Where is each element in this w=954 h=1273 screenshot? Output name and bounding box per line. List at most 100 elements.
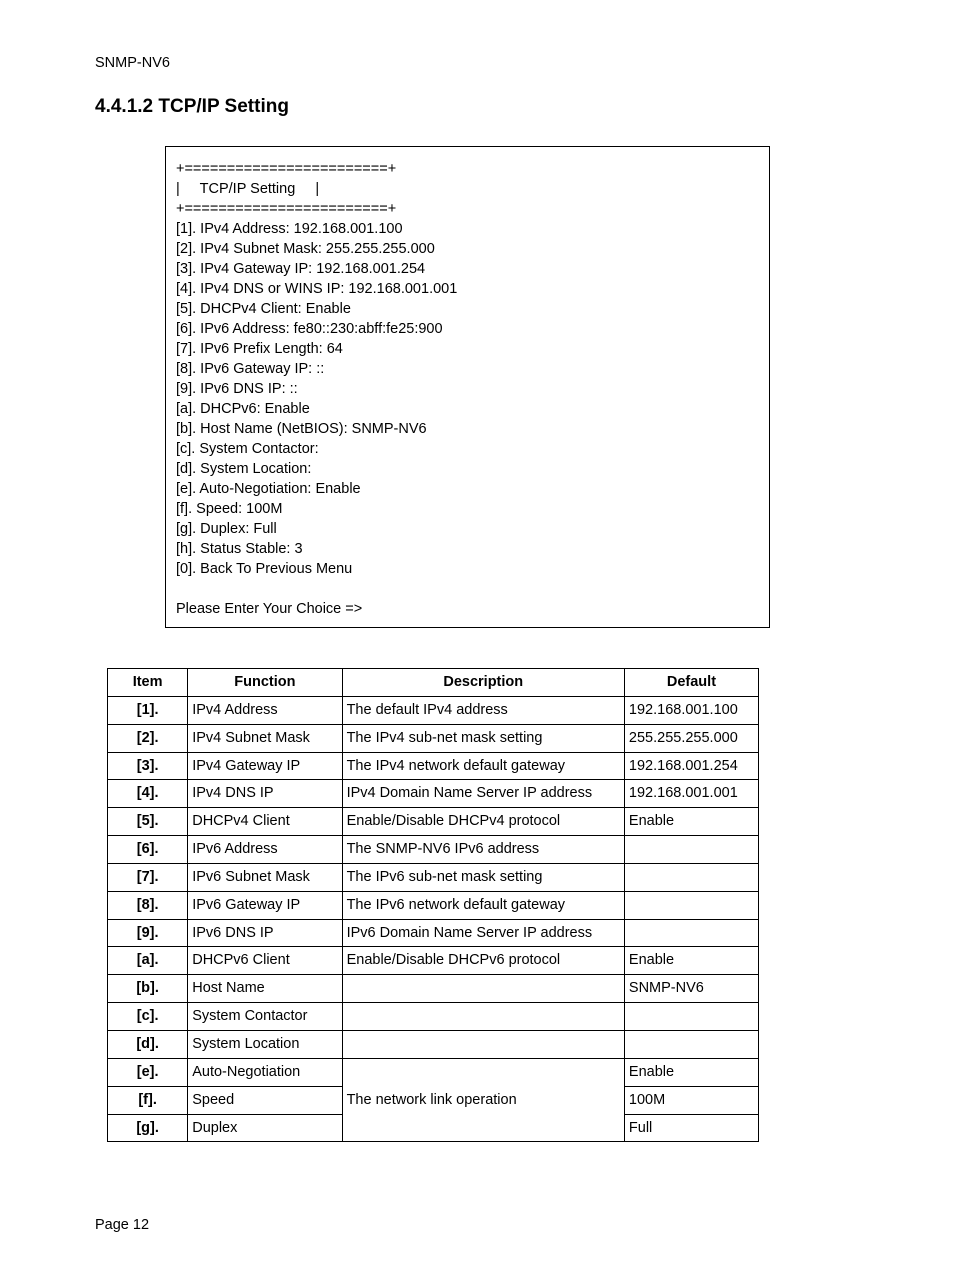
cell-item: [e]. bbox=[108, 1058, 188, 1086]
cell-item: [b]. bbox=[108, 975, 188, 1003]
table-row: [1]. IPv4 Address The default IPv4 addre… bbox=[108, 696, 759, 724]
page-footer: Page 12 bbox=[95, 1217, 859, 1233]
cell-function: IPv4 Subnet Mask bbox=[188, 724, 342, 752]
terminal-border-top: +========================+ bbox=[176, 159, 759, 179]
cell-description bbox=[342, 1003, 624, 1031]
cell-function: IPv6 DNS IP bbox=[188, 919, 342, 947]
cell-default bbox=[624, 919, 758, 947]
cell-default: Full bbox=[624, 1114, 758, 1142]
cell-description: IPv6 Domain Name Server IP address bbox=[342, 919, 624, 947]
cell-default: SNMP-NV6 bbox=[624, 975, 758, 1003]
terminal-line: [d]. System Location: bbox=[176, 459, 759, 479]
cell-function: IPv4 Address bbox=[188, 696, 342, 724]
cell-default: 192.168.001.001 bbox=[624, 780, 758, 808]
cell-description: IPv4 Domain Name Server IP address bbox=[342, 780, 624, 808]
cell-default bbox=[624, 891, 758, 919]
cell-item: [g]. bbox=[108, 1114, 188, 1142]
cell-item: [2]. bbox=[108, 724, 188, 752]
cell-default bbox=[624, 836, 758, 864]
table-header-row: Item Function Description Default bbox=[108, 669, 759, 697]
th-default: Default bbox=[624, 669, 758, 697]
cell-default bbox=[624, 1003, 758, 1031]
cell-item: [a]. bbox=[108, 947, 188, 975]
th-function: Function bbox=[188, 669, 342, 697]
cell-item: [c]. bbox=[108, 1003, 188, 1031]
cell-item: [f]. bbox=[108, 1086, 188, 1114]
cell-description: The IPv4 network default gateway bbox=[342, 752, 624, 780]
cell-item: [5]. bbox=[108, 808, 188, 836]
cell-description: The IPv6 network default gateway bbox=[342, 891, 624, 919]
table-row: [5]. DHCPv4 Client Enable/Disable DHCPv4… bbox=[108, 808, 759, 836]
table-row: [c]. System Contactor bbox=[108, 1003, 759, 1031]
terminal-line: [e]. Auto-Negotiation: Enable bbox=[176, 479, 759, 499]
table-row: [b]. Host Name SNMP-NV6 bbox=[108, 975, 759, 1003]
table-row: [a]. DHCPv6 Client Enable/Disable DHCPv6… bbox=[108, 947, 759, 975]
cell-default: Enable bbox=[624, 947, 758, 975]
cell-item: [9]. bbox=[108, 919, 188, 947]
cell-function: IPv6 Subnet Mask bbox=[188, 863, 342, 891]
cell-item: [d]. bbox=[108, 1030, 188, 1058]
terminal-line: [c]. System Contactor: bbox=[176, 439, 759, 459]
terminal-line: [3]. IPv4 Gateway IP: 192.168.001.254 bbox=[176, 259, 759, 279]
th-description: Description bbox=[342, 669, 624, 697]
cell-function: IPv6 Gateway IP bbox=[188, 891, 342, 919]
cell-function: IPv4 DNS IP bbox=[188, 780, 342, 808]
table-row: [9]. IPv6 DNS IP IPv6 Domain Name Server… bbox=[108, 919, 759, 947]
cell-function: Duplex bbox=[188, 1114, 342, 1142]
cell-default: 192.168.001.100 bbox=[624, 696, 758, 724]
terminal-line: [9]. IPv6 DNS IP: :: bbox=[176, 379, 759, 399]
cell-description bbox=[342, 975, 624, 1003]
cell-default: Enable bbox=[624, 808, 758, 836]
cell-description-merged: The network link operation bbox=[342, 1058, 624, 1142]
cell-default bbox=[624, 863, 758, 891]
cell-function: DHCPv4 Client bbox=[188, 808, 342, 836]
page-header: SNMP-NV6 bbox=[95, 55, 859, 71]
cell-function: Speed bbox=[188, 1086, 342, 1114]
terminal-line: [2]. IPv4 Subnet Mask: 255.255.255.000 bbox=[176, 239, 759, 259]
cell-function: Auto-Negotiation bbox=[188, 1058, 342, 1086]
terminal-line: [f]. Speed: 100M bbox=[176, 499, 759, 519]
cell-item: [3]. bbox=[108, 752, 188, 780]
table-row: [3]. IPv4 Gateway IP The IPv4 network de… bbox=[108, 752, 759, 780]
settings-table: Item Function Description Default [1]. I… bbox=[107, 668, 759, 1142]
cell-default: 192.168.001.254 bbox=[624, 752, 758, 780]
table-row: [d]. System Location bbox=[108, 1030, 759, 1058]
cell-item: [1]. bbox=[108, 696, 188, 724]
section-title: 4.4.1.2 TCP/IP Setting bbox=[95, 96, 859, 118]
cell-description: The SNMP-NV6 IPv6 address bbox=[342, 836, 624, 864]
table-row: [4]. IPv4 DNS IP IPv4 Domain Name Server… bbox=[108, 780, 759, 808]
terminal-line: [h]. Status Stable: 3 bbox=[176, 539, 759, 559]
cell-description: Enable/Disable DHCPv4 protocol bbox=[342, 808, 624, 836]
table-row: [8]. IPv6 Gateway IP The IPv6 network de… bbox=[108, 891, 759, 919]
cell-description: The default IPv4 address bbox=[342, 696, 624, 724]
cell-default: 255.255.255.000 bbox=[624, 724, 758, 752]
cell-description: Enable/Disable DHCPv6 protocol bbox=[342, 947, 624, 975]
cell-function: IPv6 Address bbox=[188, 836, 342, 864]
cell-item: [7]. bbox=[108, 863, 188, 891]
terminal-line: [6]. IPv6 Address: fe80::230:abff:fe25:9… bbox=[176, 319, 759, 339]
cell-function: System Contactor bbox=[188, 1003, 342, 1031]
terminal-line: [7]. IPv6 Prefix Length: 64 bbox=[176, 339, 759, 359]
terminal-line: [b]. Host Name (NetBIOS): SNMP-NV6 bbox=[176, 419, 759, 439]
terminal-border-bot: +========================+ bbox=[176, 199, 759, 219]
cell-default: Enable bbox=[624, 1058, 758, 1086]
cell-function: IPv4 Gateway IP bbox=[188, 752, 342, 780]
cell-function: System Location bbox=[188, 1030, 342, 1058]
terminal-line: [g]. Duplex: Full bbox=[176, 519, 759, 539]
cell-function: DHCPv6 Client bbox=[188, 947, 342, 975]
cell-function: Host Name bbox=[188, 975, 342, 1003]
cell-description: The IPv4 sub-net mask setting bbox=[342, 724, 624, 752]
terminal-line: [4]. IPv4 DNS or WINS IP: 192.168.001.00… bbox=[176, 279, 759, 299]
terminal-line: [5]. DHCPv4 Client: Enable bbox=[176, 299, 759, 319]
cell-description: The IPv6 sub-net mask setting bbox=[342, 863, 624, 891]
table-row: [7]. IPv6 Subnet Mask The IPv6 sub-net m… bbox=[108, 863, 759, 891]
cell-item: [4]. bbox=[108, 780, 188, 808]
terminal-line: [1]. IPv4 Address: 192.168.001.100 bbox=[176, 219, 759, 239]
terminal-line: [8]. IPv6 Gateway IP: :: bbox=[176, 359, 759, 379]
cell-description bbox=[342, 1030, 624, 1058]
cell-default bbox=[624, 1030, 758, 1058]
th-item: Item bbox=[108, 669, 188, 697]
terminal-line: [0]. Back To Previous Menu bbox=[176, 559, 759, 579]
terminal-menu-box: +========================+ | TCP/IP Sett… bbox=[165, 146, 770, 628]
terminal-prompt: Please Enter Your Choice => bbox=[176, 599, 759, 619]
